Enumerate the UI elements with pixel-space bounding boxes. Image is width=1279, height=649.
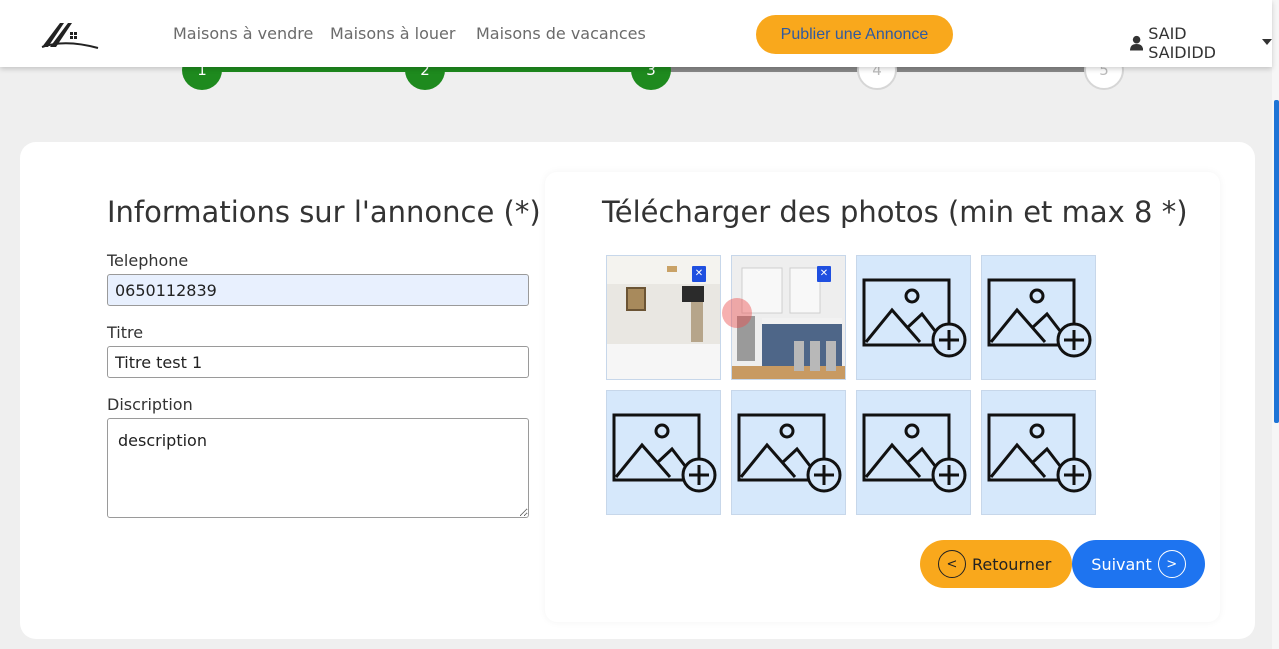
add-image-icon: [612, 413, 717, 493]
add-image-icon: [987, 278, 1092, 358]
back-button[interactable]: < Retourner: [920, 540, 1072, 588]
nav-link-vacances[interactable]: Maisons de vacances: [476, 24, 646, 43]
photo-slot-4[interactable]: [981, 255, 1096, 380]
photos-title: Télécharger des photos (min et max 8 *): [602, 195, 1188, 229]
pointer-cursor-icon: [722, 298, 752, 328]
photo-slot-3[interactable]: [856, 255, 971, 380]
delete-photo-button[interactable]: ✕: [817, 266, 831, 282]
description-label: Discription: [107, 395, 193, 414]
telephone-field[interactable]: [107, 274, 529, 306]
logo-icon[interactable]: [40, 17, 100, 51]
top-navbar: Maisons à vendre Maisons à louer Maisons…: [0, 0, 1272, 67]
chevron-down-icon: [1262, 39, 1272, 45]
chevron-right-icon: >: [1157, 550, 1186, 578]
user-menu[interactable]: SAID SAIDIDD: [1130, 24, 1272, 62]
titre-label: Titre: [107, 323, 144, 342]
titre-field[interactable]: [107, 346, 529, 378]
photo-slot-7[interactable]: [856, 390, 971, 515]
user-icon: [1130, 35, 1144, 51]
back-button-label: Retourner: [972, 554, 1052, 574]
delete-photo-button[interactable]: ✕: [692, 266, 706, 282]
add-image-icon: [862, 413, 967, 493]
scrollbar-thumb[interactable]: [1274, 100, 1279, 423]
photo-slot-8[interactable]: [981, 390, 1096, 515]
next-button-label: Suivant: [1091, 554, 1152, 574]
add-image-icon: [987, 413, 1092, 493]
listing-form-card: Informations sur l'annonce (*) Telephone…: [20, 142, 1255, 639]
telephone-label: Telephone: [107, 251, 189, 270]
chevron-left-icon: <: [938, 550, 966, 578]
photo-slot-5[interactable]: [606, 390, 721, 515]
photo-slot-6[interactable]: [731, 390, 846, 515]
publish-ad-button[interactable]: Publier une Annonce: [756, 15, 953, 54]
nav-link-louer[interactable]: Maisons à louer: [330, 24, 455, 43]
add-image-icon: [862, 278, 967, 358]
user-name: SAID SAIDIDD: [1148, 24, 1216, 62]
photo-slot-1[interactable]: ✕: [606, 255, 721, 380]
form-title: Informations sur l'annonce (*): [107, 195, 541, 229]
next-button[interactable]: Suivant >: [1072, 540, 1205, 588]
nav-link-vendre[interactable]: Maisons à vendre: [173, 24, 313, 43]
add-image-icon: [737, 413, 842, 493]
description-field[interactable]: description: [107, 418, 529, 518]
